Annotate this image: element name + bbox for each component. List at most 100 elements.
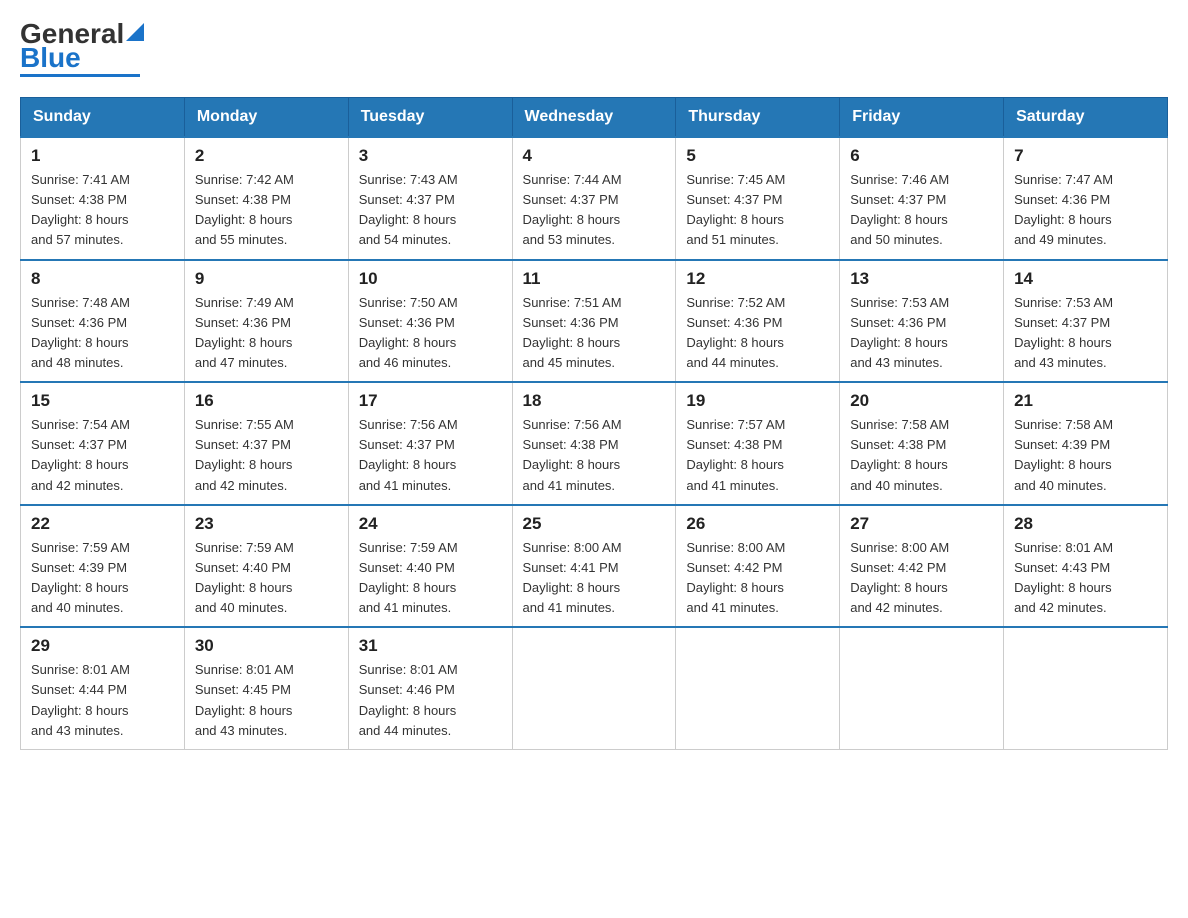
day-info: Sunrise: 7:57 AM Sunset: 4:38 PM Dayligh… xyxy=(686,415,829,496)
calendar-cell xyxy=(840,627,1004,749)
weekday-header-sunday: Sunday xyxy=(21,98,185,138)
weekday-header-monday: Monday xyxy=(184,98,348,138)
day-number: 11 xyxy=(523,269,666,289)
weekday-header-saturday: Saturday xyxy=(1004,98,1168,138)
day-number: 28 xyxy=(1014,514,1157,534)
weekday-header-thursday: Thursday xyxy=(676,98,840,138)
day-info: Sunrise: 8:00 AM Sunset: 4:42 PM Dayligh… xyxy=(850,538,993,619)
day-number: 4 xyxy=(523,146,666,166)
day-number: 15 xyxy=(31,391,174,411)
day-number: 9 xyxy=(195,269,338,289)
day-number: 31 xyxy=(359,636,502,656)
day-number: 8 xyxy=(31,269,174,289)
calendar-cell xyxy=(512,627,676,749)
day-info: Sunrise: 7:56 AM Sunset: 4:37 PM Dayligh… xyxy=(359,415,502,496)
calendar-cell: 16 Sunrise: 7:55 AM Sunset: 4:37 PM Dayl… xyxy=(184,382,348,505)
day-number: 17 xyxy=(359,391,502,411)
calendar-cell: 2 Sunrise: 7:42 AM Sunset: 4:38 PM Dayli… xyxy=(184,137,348,260)
weekday-header-friday: Friday xyxy=(840,98,1004,138)
day-info: Sunrise: 8:01 AM Sunset: 4:44 PM Dayligh… xyxy=(31,660,174,741)
day-info: Sunrise: 7:58 AM Sunset: 4:38 PM Dayligh… xyxy=(850,415,993,496)
calendar-week-row: 29 Sunrise: 8:01 AM Sunset: 4:44 PM Dayl… xyxy=(21,627,1168,749)
calendar-cell: 6 Sunrise: 7:46 AM Sunset: 4:37 PM Dayli… xyxy=(840,137,1004,260)
calendar-cell xyxy=(1004,627,1168,749)
calendar-cell: 11 Sunrise: 7:51 AM Sunset: 4:36 PM Dayl… xyxy=(512,260,676,383)
day-info: Sunrise: 7:43 AM Sunset: 4:37 PM Dayligh… xyxy=(359,170,502,251)
day-number: 19 xyxy=(686,391,829,411)
logo-triangle-icon xyxy=(126,23,144,41)
day-number: 1 xyxy=(31,146,174,166)
calendar-cell: 28 Sunrise: 8:01 AM Sunset: 4:43 PM Dayl… xyxy=(1004,505,1168,628)
calendar-cell: 7 Sunrise: 7:47 AM Sunset: 4:36 PM Dayli… xyxy=(1004,137,1168,260)
calendar-week-row: 15 Sunrise: 7:54 AM Sunset: 4:37 PM Dayl… xyxy=(21,382,1168,505)
day-number: 5 xyxy=(686,146,829,166)
calendar-cell: 17 Sunrise: 7:56 AM Sunset: 4:37 PM Dayl… xyxy=(348,382,512,505)
day-number: 6 xyxy=(850,146,993,166)
calendar-week-row: 22 Sunrise: 7:59 AM Sunset: 4:39 PM Dayl… xyxy=(21,505,1168,628)
calendar-cell: 13 Sunrise: 7:53 AM Sunset: 4:36 PM Dayl… xyxy=(840,260,1004,383)
day-number: 16 xyxy=(195,391,338,411)
day-info: Sunrise: 7:44 AM Sunset: 4:37 PM Dayligh… xyxy=(523,170,666,251)
day-info: Sunrise: 7:41 AM Sunset: 4:38 PM Dayligh… xyxy=(31,170,174,251)
day-info: Sunrise: 7:46 AM Sunset: 4:37 PM Dayligh… xyxy=(850,170,993,251)
day-info: Sunrise: 7:52 AM Sunset: 4:36 PM Dayligh… xyxy=(686,293,829,374)
calendar-week-row: 8 Sunrise: 7:48 AM Sunset: 4:36 PM Dayli… xyxy=(21,260,1168,383)
calendar-cell: 5 Sunrise: 7:45 AM Sunset: 4:37 PM Dayli… xyxy=(676,137,840,260)
day-number: 7 xyxy=(1014,146,1157,166)
calendar-cell: 31 Sunrise: 8:01 AM Sunset: 4:46 PM Dayl… xyxy=(348,627,512,749)
day-number: 22 xyxy=(31,514,174,534)
calendar-cell: 24 Sunrise: 7:59 AM Sunset: 4:40 PM Dayl… xyxy=(348,505,512,628)
page-header: General Blue xyxy=(20,20,1168,77)
day-info: Sunrise: 7:48 AM Sunset: 4:36 PM Dayligh… xyxy=(31,293,174,374)
calendar-cell: 14 Sunrise: 7:53 AM Sunset: 4:37 PM Dayl… xyxy=(1004,260,1168,383)
day-number: 10 xyxy=(359,269,502,289)
day-number: 20 xyxy=(850,391,993,411)
calendar-cell: 10 Sunrise: 7:50 AM Sunset: 4:36 PM Dayl… xyxy=(348,260,512,383)
day-info: Sunrise: 7:45 AM Sunset: 4:37 PM Dayligh… xyxy=(686,170,829,251)
weekday-header-row: SundayMondayTuesdayWednesdayThursdayFrid… xyxy=(21,98,1168,138)
day-info: Sunrise: 8:01 AM Sunset: 4:43 PM Dayligh… xyxy=(1014,538,1157,619)
logo: General Blue xyxy=(20,20,144,77)
calendar-cell: 19 Sunrise: 7:57 AM Sunset: 4:38 PM Dayl… xyxy=(676,382,840,505)
day-info: Sunrise: 8:01 AM Sunset: 4:46 PM Dayligh… xyxy=(359,660,502,741)
day-number: 25 xyxy=(523,514,666,534)
logo-underline xyxy=(20,74,140,77)
day-number: 29 xyxy=(31,636,174,656)
day-info: Sunrise: 7:59 AM Sunset: 4:40 PM Dayligh… xyxy=(359,538,502,619)
calendar-cell: 18 Sunrise: 7:56 AM Sunset: 4:38 PM Dayl… xyxy=(512,382,676,505)
day-info: Sunrise: 7:56 AM Sunset: 4:38 PM Dayligh… xyxy=(523,415,666,496)
day-number: 13 xyxy=(850,269,993,289)
logo-text-blue: Blue xyxy=(20,42,81,73)
calendar-week-row: 1 Sunrise: 7:41 AM Sunset: 4:38 PM Dayli… xyxy=(21,137,1168,260)
calendar-cell: 21 Sunrise: 7:58 AM Sunset: 4:39 PM Dayl… xyxy=(1004,382,1168,505)
calendar-table: SundayMondayTuesdayWednesdayThursdayFrid… xyxy=(20,97,1168,750)
day-info: Sunrise: 7:55 AM Sunset: 4:37 PM Dayligh… xyxy=(195,415,338,496)
calendar-cell: 25 Sunrise: 8:00 AM Sunset: 4:41 PM Dayl… xyxy=(512,505,676,628)
day-info: Sunrise: 8:00 AM Sunset: 4:42 PM Dayligh… xyxy=(686,538,829,619)
calendar-cell: 27 Sunrise: 8:00 AM Sunset: 4:42 PM Dayl… xyxy=(840,505,1004,628)
day-info: Sunrise: 7:53 AM Sunset: 4:36 PM Dayligh… xyxy=(850,293,993,374)
day-number: 26 xyxy=(686,514,829,534)
day-number: 2 xyxy=(195,146,338,166)
day-info: Sunrise: 7:58 AM Sunset: 4:39 PM Dayligh… xyxy=(1014,415,1157,496)
calendar-cell: 23 Sunrise: 7:59 AM Sunset: 4:40 PM Dayl… xyxy=(184,505,348,628)
calendar-cell: 29 Sunrise: 8:01 AM Sunset: 4:44 PM Dayl… xyxy=(21,627,185,749)
day-info: Sunrise: 7:49 AM Sunset: 4:36 PM Dayligh… xyxy=(195,293,338,374)
day-number: 30 xyxy=(195,636,338,656)
calendar-cell: 20 Sunrise: 7:58 AM Sunset: 4:38 PM Dayl… xyxy=(840,382,1004,505)
day-number: 24 xyxy=(359,514,502,534)
day-info: Sunrise: 7:54 AM Sunset: 4:37 PM Dayligh… xyxy=(31,415,174,496)
calendar-cell: 9 Sunrise: 7:49 AM Sunset: 4:36 PM Dayli… xyxy=(184,260,348,383)
calendar-cell: 30 Sunrise: 8:01 AM Sunset: 4:45 PM Dayl… xyxy=(184,627,348,749)
day-number: 18 xyxy=(523,391,666,411)
day-info: Sunrise: 7:59 AM Sunset: 4:39 PM Dayligh… xyxy=(31,538,174,619)
weekday-header-wednesday: Wednesday xyxy=(512,98,676,138)
calendar-cell: 15 Sunrise: 7:54 AM Sunset: 4:37 PM Dayl… xyxy=(21,382,185,505)
day-number: 21 xyxy=(1014,391,1157,411)
day-number: 3 xyxy=(359,146,502,166)
day-info: Sunrise: 7:42 AM Sunset: 4:38 PM Dayligh… xyxy=(195,170,338,251)
day-number: 23 xyxy=(195,514,338,534)
calendar-cell: 12 Sunrise: 7:52 AM Sunset: 4:36 PM Dayl… xyxy=(676,260,840,383)
day-info: Sunrise: 8:01 AM Sunset: 4:45 PM Dayligh… xyxy=(195,660,338,741)
day-number: 27 xyxy=(850,514,993,534)
